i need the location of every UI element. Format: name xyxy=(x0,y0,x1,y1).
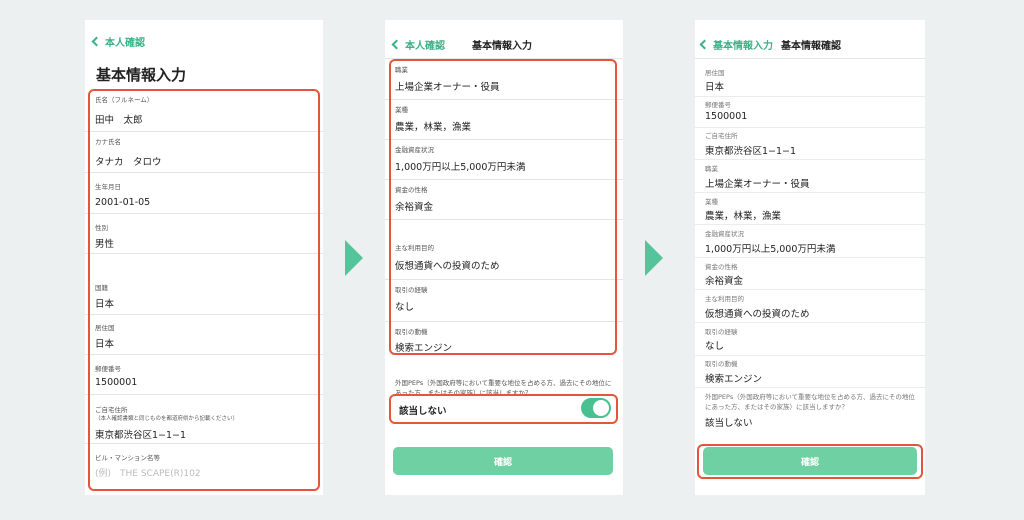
field-label: ご自宅住所 xyxy=(705,132,738,140)
highlight-box xyxy=(697,444,923,479)
row-divider xyxy=(695,257,925,258)
row-divider xyxy=(695,159,925,160)
confirm-button[interactable]: 確認 xyxy=(393,447,613,475)
field-value: 仮想通貨への投資のため xyxy=(705,309,810,320)
row-divider xyxy=(695,387,925,388)
field-value: 余裕資金 xyxy=(705,276,744,287)
chevron-left-icon xyxy=(699,39,710,50)
field-label: 職業 xyxy=(705,165,718,173)
field-value: 1,000万円以上5,000万円未満 xyxy=(705,244,836,255)
row-divider xyxy=(695,127,925,128)
field-label: 金融資産状況 xyxy=(705,230,744,238)
field-value: 上場企業オーナー・役員 xyxy=(705,179,810,190)
row-divider xyxy=(695,355,925,356)
pep-question: 外国PEPs（外国政府等において重要な地位を占める方、過去にその地位にあった方、… xyxy=(705,393,915,411)
back-button[interactable]: 本人確認 xyxy=(91,34,145,49)
arrow-right-icon xyxy=(645,240,663,276)
back-button[interactable]: 基本情報入力 xyxy=(699,37,773,52)
back-button-label: 本人確認 xyxy=(405,41,445,52)
field-label: 資金の性格 xyxy=(705,263,738,271)
chevron-left-icon xyxy=(91,36,102,47)
screen-basic-info-confirm: 基本情報入力 基本情報確認 居住国 日本 郵便番号 1500001 ご自宅住所 … xyxy=(695,20,925,495)
row-divider xyxy=(695,322,925,323)
chevron-left-icon xyxy=(391,39,402,50)
page-title: 基本情報入力 xyxy=(96,66,187,84)
field-label: 郵便番号 xyxy=(705,101,731,109)
field-value: なし xyxy=(705,341,725,352)
pep-answer: 該当しない xyxy=(705,418,753,429)
page-title: 基本情報確認 xyxy=(781,41,841,52)
field-value: 検索エンジン xyxy=(705,374,763,385)
field-value: 農業，林業，漁業 xyxy=(705,211,782,222)
field-label: 居住国 xyxy=(705,69,725,77)
field-label: 主な利用目的 xyxy=(705,295,744,303)
highlight-box xyxy=(389,59,617,355)
row-divider xyxy=(695,192,925,193)
field-value: 日本 xyxy=(705,82,725,93)
field-label: 取引の動機 xyxy=(705,360,738,368)
row-divider xyxy=(695,224,925,225)
field-label: 業種 xyxy=(705,198,718,206)
arrow-right-icon xyxy=(345,240,363,276)
row-divider xyxy=(695,289,925,290)
back-button-label: 本人確認 xyxy=(105,38,145,49)
page-title: 基本情報入力 xyxy=(472,41,532,52)
field-label: 取引の経験 xyxy=(705,328,738,336)
back-button-label: 基本情報入力 xyxy=(713,41,773,52)
field-value: 東京都渋谷区1−1−1 xyxy=(705,146,797,157)
highlight-box xyxy=(389,394,618,424)
field-value: 1500001 xyxy=(705,111,748,122)
highlight-box xyxy=(88,89,320,491)
row-divider xyxy=(695,96,925,97)
back-button[interactable]: 本人確認 xyxy=(391,37,445,52)
header-divider xyxy=(695,58,925,59)
